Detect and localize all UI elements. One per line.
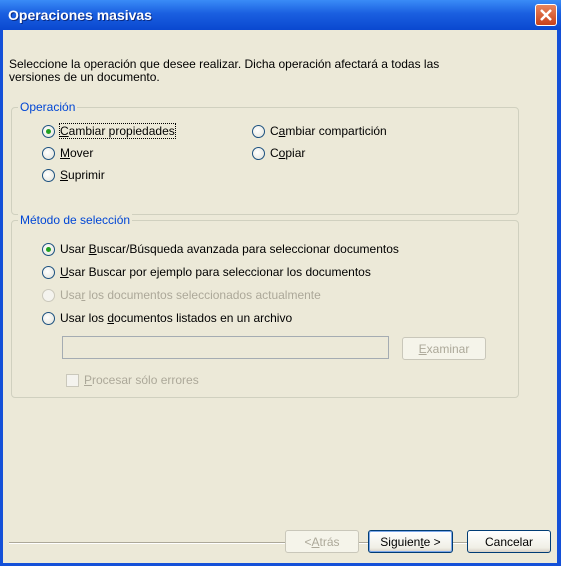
radio-usar-buscar-avanzada[interactable]: Usar Buscar/Búsqueda avanzada para selec…	[42, 241, 399, 257]
radio-button[interactable]	[42, 146, 55, 160]
radio-button[interactable]	[42, 168, 55, 182]
radio-label: Suprimir	[60, 168, 105, 182]
close-icon	[540, 9, 552, 21]
radio-cambiar-propiedades[interactable]: Cambiar propiedades	[42, 123, 176, 139]
radio-label: Usar Buscar/Búsqueda avanzada para selec…	[60, 242, 399, 256]
radio-label: Usar los documentos listados en un archi…	[60, 311, 293, 325]
selection-method-group-label: Método de selección	[18, 213, 133, 227]
intro-text: Seleccione la operación que desee realiz…	[9, 57, 440, 84]
radio-button	[42, 288, 55, 302]
radio-button[interactable]	[252, 146, 265, 160]
radio-copiar[interactable]: Copiar	[252, 145, 305, 161]
browse-button[interactable]: Examinar	[402, 337, 486, 360]
checkbox-label: Procesar sólo errores	[84, 373, 199, 387]
dialog-body: Seleccione la operación que desee realiz…	[3, 30, 557, 563]
close-button[interactable]	[535, 4, 557, 26]
radio-suprimir[interactable]: Suprimir	[42, 167, 105, 183]
radio-label: Mover	[60, 146, 94, 160]
radio-label: Usar Buscar por ejemplo para seleccionar…	[60, 265, 371, 279]
only-errors-checkbox-row: Procesar sólo errores	[66, 373, 199, 387]
radio-usar-seleccionados: Usar los documentos seleccionados actual…	[42, 287, 321, 303]
radio-label: Cambiar compartición	[270, 124, 387, 138]
radio-label: Copiar	[270, 146, 306, 160]
radio-usar-archivo[interactable]: Usar los documentos listados en un archi…	[42, 310, 292, 326]
radio-label: Cambiar propiedades	[59, 123, 176, 139]
radio-button[interactable]	[42, 265, 55, 279]
operation-group-label: Operación	[18, 100, 78, 114]
radio-button[interactable]	[42, 124, 55, 138]
next-button[interactable]: Siguien t e >	[368, 530, 453, 553]
radio-mover[interactable]: Mover	[42, 145, 93, 161]
radio-button[interactable]	[42, 311, 55, 325]
radio-usar-buscar-ejemplo[interactable]: Usar Buscar por ejemplo para seleccionar…	[42, 264, 371, 280]
dialog-window: Operaciones masivas Seleccione la operac…	[0, 0, 561, 566]
selection-method-group: Método de selección Usar Buscar/Búsqueda…	[11, 213, 519, 398]
radio-label: Usar los documentos seleccionados actual…	[60, 288, 321, 302]
title-bar[interactable]: Operaciones masivas	[0, 0, 561, 30]
radio-cambiar-comparticion[interactable]: Cambiar compartición	[252, 123, 387, 139]
cancel-button[interactable]: Cancelar	[467, 530, 551, 553]
radio-button[interactable]	[42, 242, 55, 256]
back-button[interactable]: < Atrás	[285, 530, 359, 553]
radio-button[interactable]	[252, 124, 265, 138]
only-errors-checkbox	[66, 373, 79, 387]
window-title: Operaciones masivas	[8, 7, 152, 23]
file-path-input[interactable]	[62, 336, 389, 359]
operation-group: Operación Cambiar propiedades Mover Supr…	[11, 100, 519, 215]
